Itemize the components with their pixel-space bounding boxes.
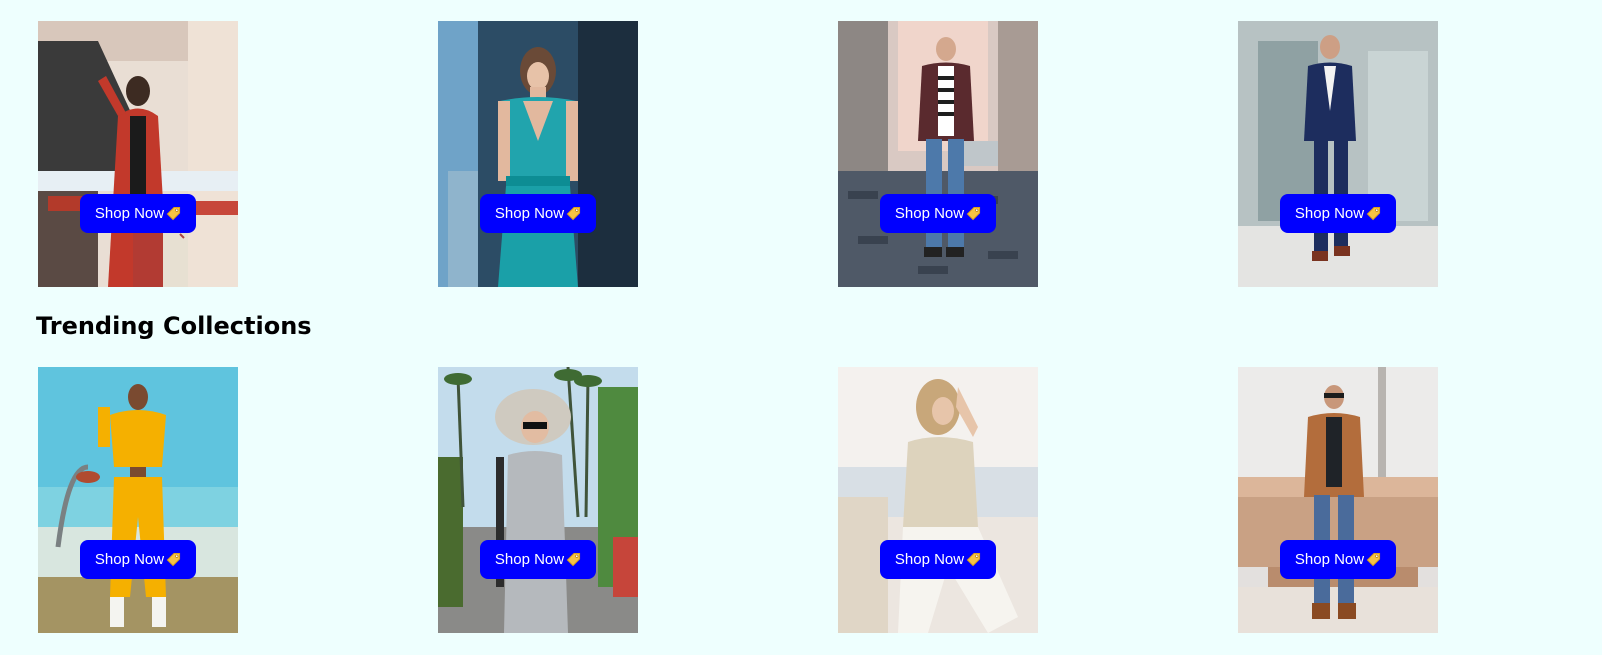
product-card: Shop Now <box>838 21 1038 287</box>
product-card: Shop Now <box>438 367 638 633</box>
shop-now-label: Shop Now <box>1294 205 1365 222</box>
product-photo <box>38 21 238 287</box>
price-tag-icon <box>566 552 581 567</box>
product-photo <box>1238 21 1438 287</box>
product-card: Shop Now <box>38 367 238 633</box>
price-tag-icon <box>966 552 981 567</box>
product-photo <box>438 367 638 633</box>
shop-now-label: Shop Now <box>494 205 565 222</box>
product-card: Shop Now <box>1238 367 1438 633</box>
shop-now-label: Shop Now <box>894 551 965 568</box>
product-card: Shop Now <box>38 21 238 287</box>
price-tag-icon <box>1366 206 1381 221</box>
shop-now-button[interactable]: Shop Now <box>1280 540 1396 579</box>
section-title: Trending Collections <box>36 312 312 340</box>
product-photo <box>838 21 1038 287</box>
price-tag-icon <box>566 206 581 221</box>
price-tag-icon <box>1366 552 1381 567</box>
shop-now-button[interactable]: Shop Now <box>880 540 996 579</box>
product-photo <box>1238 367 1438 633</box>
shop-now-button[interactable]: Shop Now <box>80 194 196 233</box>
shop-now-button[interactable]: Shop Now <box>80 540 196 579</box>
product-photo <box>838 367 1038 633</box>
product-card: Shop Now <box>1238 21 1438 287</box>
shop-now-button[interactable]: Shop Now <box>1280 194 1396 233</box>
shop-now-label: Shop Now <box>1294 551 1365 568</box>
shop-now-button[interactable]: Shop Now <box>880 194 996 233</box>
shop-now-label: Shop Now <box>894 205 965 222</box>
product-card: Shop Now <box>438 21 638 287</box>
price-tag-icon <box>166 552 181 567</box>
shop-now-label: Shop Now <box>494 551 565 568</box>
price-tag-icon <box>966 206 981 221</box>
product-photo <box>438 21 638 287</box>
product-card: Shop Now <box>838 367 1038 633</box>
product-photo <box>38 367 238 633</box>
price-tag-icon <box>166 206 181 221</box>
shop-now-label: Shop Now <box>94 205 165 222</box>
shop-now-button[interactable]: Shop Now <box>480 540 596 579</box>
shop-now-label: Shop Now <box>94 551 165 568</box>
shop-now-button[interactable]: Shop Now <box>480 194 596 233</box>
